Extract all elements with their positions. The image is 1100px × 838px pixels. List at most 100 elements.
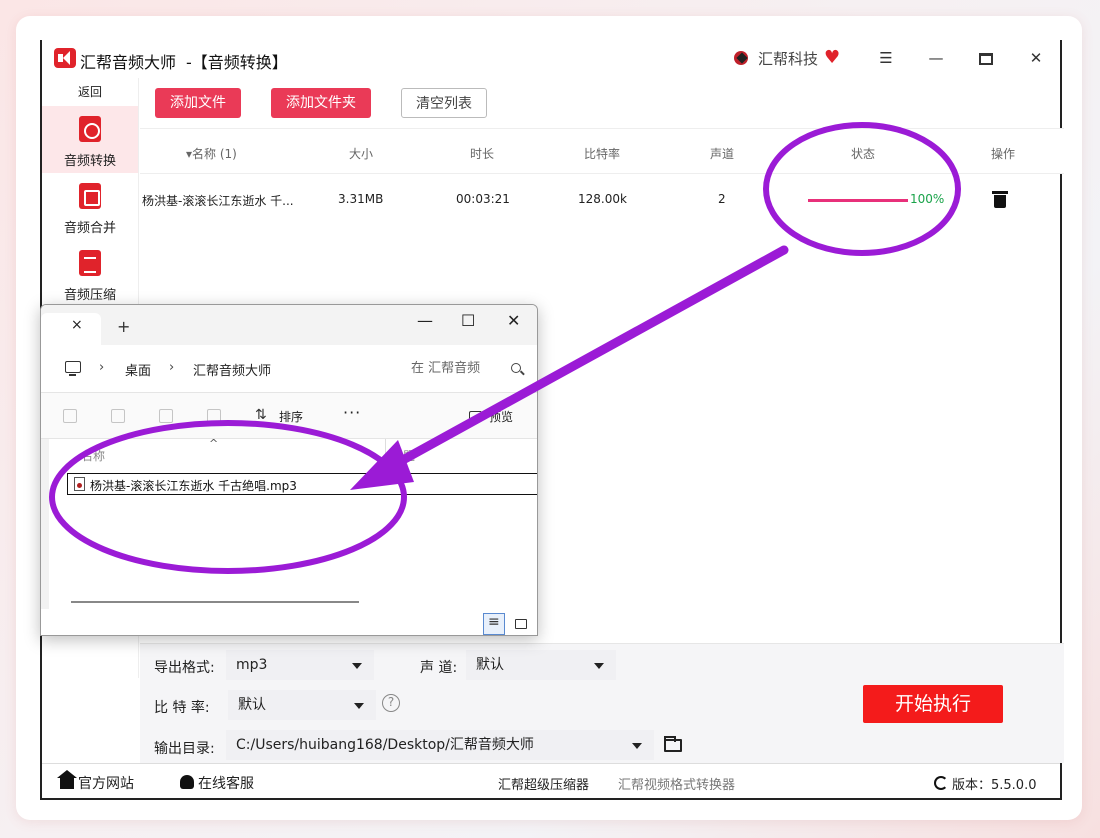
- super-compressor-link[interactable]: 汇帮超级压缩器: [498, 774, 589, 793]
- progress-bar: [808, 199, 908, 202]
- start-button[interactable]: 开始执行: [863, 685, 1003, 723]
- share-icon[interactable]: [159, 409, 173, 423]
- explorer-close-button[interactable]: ✕: [507, 311, 520, 330]
- col-header-status: 状态: [851, 147, 876, 161]
- sort-button[interactable]: 排序: [279, 408, 303, 425]
- explorer-minimize-button[interactable]: —: [417, 311, 433, 330]
- tab-close-icon[interactable]: ×: [71, 317, 83, 333]
- app-subtitle: -【音频转换】: [186, 53, 288, 72]
- output-dir-value: C:/Users/huibang168/Desktop/汇帮音频大师: [236, 737, 534, 753]
- minimize-button[interactable]: —: [922, 46, 950, 70]
- explorer-tab-bar: × + — ☐ ✕: [41, 305, 537, 345]
- format-value: mp3: [236, 657, 268, 673]
- col-header-duration: 时长: [470, 147, 495, 161]
- delete-icon[interactable]: [207, 409, 221, 423]
- home-icon: [57, 770, 77, 789]
- title-bar: 汇帮音频大师 -【音频转换】 汇帮科技 ☰ — ✕: [42, 40, 1060, 78]
- nav-pane-edge: [41, 439, 49, 609]
- maximize-button[interactable]: [972, 46, 1000, 70]
- col-header-channels: 声道: [710, 147, 735, 161]
- file-name-cell: 杨洪基-滚滚长江东逝水 千...: [142, 194, 294, 208]
- file-list-item[interactable]: 杨洪基-滚滚长江东逝水 千古绝唱.mp3: [67, 473, 537, 495]
- explorer-status-bar: [41, 609, 537, 635]
- clear-list-button[interactable]: 清空列表: [401, 88, 487, 118]
- brand-logo-icon: [732, 49, 752, 69]
- version-info[interactable]: 版本：5.5.0.0: [934, 774, 1036, 793]
- explorer-file-list: ^ 名称 标题 杨洪基-滚滚长江东逝水 千古绝唱.mp3: [41, 437, 537, 609]
- output-dir-label: 输出目录:: [154, 741, 215, 757]
- audio-convert-icon: [79, 116, 101, 142]
- refresh-icon: [934, 776, 948, 790]
- output-dir-select[interactable]: C:/Users/huibang168/Desktop/汇帮音频大师: [226, 730, 654, 760]
- col-header-title[interactable]: 标题: [391, 447, 415, 464]
- chevron-down-icon: [632, 743, 642, 749]
- video-converter-link[interactable]: 汇帮视频格式转换器: [618, 774, 735, 793]
- bitrate-cell: 128.00k: [578, 192, 627, 206]
- explorer-command-bar: ⇅ 排序 ··· 预览: [41, 393, 537, 439]
- sidebar-item-label: 音频压缩: [63, 288, 116, 303]
- audio-compress-icon: [79, 250, 101, 276]
- heart-icon[interactable]: [824, 47, 842, 68]
- channel-label: 声 道:: [420, 660, 458, 676]
- bitrate-select[interactable]: 默认: [228, 690, 376, 720]
- col-header-bitrate: 比特率: [584, 147, 621, 161]
- col-header-name[interactable]: ▾名称 (1): [186, 145, 237, 162]
- online-support-link[interactable]: 在线客服: [180, 773, 254, 793]
- details-view-button[interactable]: [483, 613, 505, 635]
- progress-percent: 100%: [910, 192, 945, 206]
- help-icon[interactable]: ?: [382, 694, 400, 712]
- chevron-down-icon: [594, 663, 604, 669]
- app-logo-icon: [54, 48, 76, 68]
- format-select[interactable]: mp3: [226, 650, 374, 680]
- footer: 官方网站 在线客服 汇帮超级压缩器 汇帮视频格式转换器 版本：5.5.0.0: [42, 763, 1060, 798]
- chevron-right-icon: ›: [99, 360, 105, 375]
- audio-file-icon: [74, 477, 85, 491]
- sort-icon: ⇅: [255, 407, 267, 423]
- maximize-icon: [979, 52, 993, 65]
- format-label: 导出格式:: [154, 660, 215, 676]
- delete-icon[interactable]: [992, 190, 1008, 208]
- tiles-view-button[interactable]: [515, 619, 527, 629]
- new-tab-icon[interactable]: +: [117, 317, 130, 336]
- col-header-action: 操作: [991, 147, 1016, 161]
- sidebar-item-audio-merge[interactable]: 音频合并: [42, 173, 138, 240]
- search-icon: [511, 363, 521, 373]
- back-button[interactable]: 返回: [42, 78, 138, 106]
- version-label: 版本：5.5.0.0: [952, 778, 1037, 793]
- computer-icon[interactable]: [65, 361, 81, 376]
- col-header-size: 大小: [349, 147, 374, 161]
- add-folder-button[interactable]: 添加文件夹: [271, 88, 371, 118]
- column-divider[interactable]: [385, 439, 386, 469]
- file-explorer-window: × + — ☐ ✕ › 桌面 › 汇帮音频大师 在 汇帮音频 ⇅ 排序 ··· …: [40, 304, 538, 636]
- sidebar-item-audio-convert[interactable]: 音频转换: [42, 106, 138, 173]
- online-support-label: 在线客服: [198, 776, 254, 792]
- preview-button[interactable]: 预览: [489, 408, 513, 425]
- breadcrumb-folder[interactable]: 汇帮音频大师: [193, 360, 271, 379]
- sidebar-item-audio-compress[interactable]: 音频压缩: [42, 240, 138, 307]
- horizontal-scrollbar[interactable]: [71, 601, 359, 603]
- official-website-label: 官方网站: [78, 776, 134, 792]
- more-options-icon[interactable]: ···: [343, 403, 361, 422]
- support-icon: [180, 775, 194, 789]
- sidebar-item-label: 音频合并: [63, 221, 116, 236]
- folder-open-icon[interactable]: [664, 736, 682, 752]
- chevron-down-icon: [354, 703, 364, 709]
- close-button[interactable]: ✕: [1022, 46, 1050, 70]
- audio-merge-icon: [79, 183, 101, 209]
- rename-icon[interactable]: [111, 409, 125, 423]
- official-website-link[interactable]: 官方网站: [57, 770, 134, 793]
- add-file-button[interactable]: 添加文件: [155, 88, 241, 118]
- explorer-search-input[interactable]: 在 汇帮音频: [401, 353, 531, 385]
- bitrate-label: 比 特 率:: [154, 700, 210, 716]
- explorer-maximize-button[interactable]: ☐: [461, 311, 475, 330]
- breadcrumb-desktop[interactable]: 桌面: [125, 360, 151, 379]
- copy-icon[interactable]: [63, 409, 77, 423]
- menu-icon[interactable]: ☰: [872, 46, 900, 70]
- sidebar-item-label: 音频转换: [63, 154, 116, 169]
- table-row[interactable]: 杨洪基-滚滚长江东逝水 千... 3.31MB 00:03:21 128.00k…: [140, 180, 1064, 220]
- brand-area[interactable]: 汇帮科技: [732, 47, 842, 69]
- chevron-down-icon: [352, 663, 362, 669]
- app-name: 汇帮音频大师: [80, 53, 177, 72]
- col-header-name[interactable]: 名称: [81, 447, 105, 464]
- channel-select[interactable]: 默认: [466, 650, 616, 680]
